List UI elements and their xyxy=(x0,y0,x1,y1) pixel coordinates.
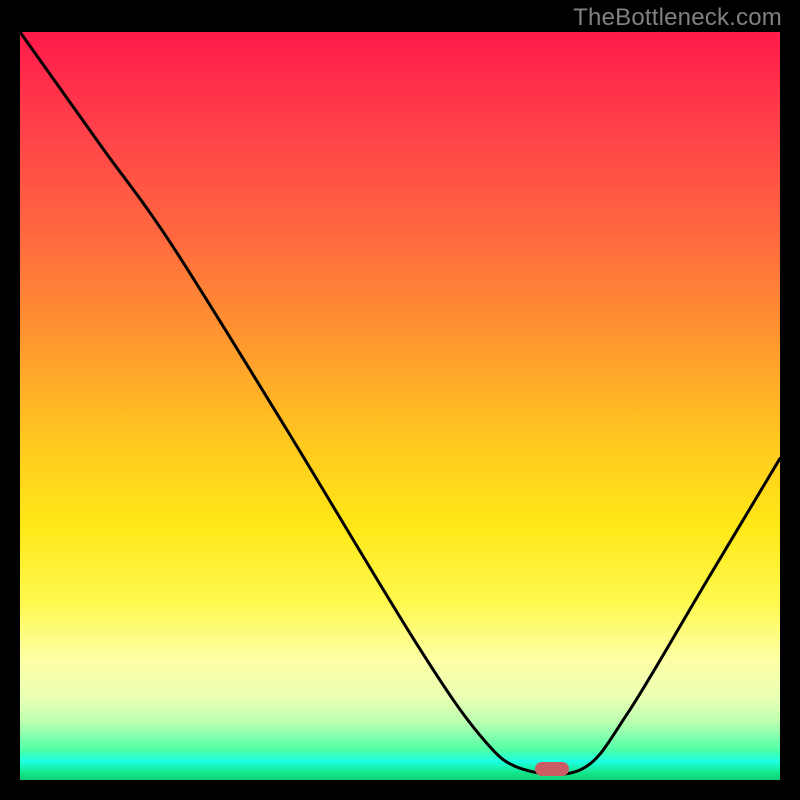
minimum-marker-pill xyxy=(535,762,569,776)
bottleneck-curve xyxy=(20,32,780,780)
watermark-text: TheBottleneck.com xyxy=(573,4,782,32)
plot-area xyxy=(20,32,780,780)
chart-frame: TheBottleneck.com xyxy=(0,0,800,800)
